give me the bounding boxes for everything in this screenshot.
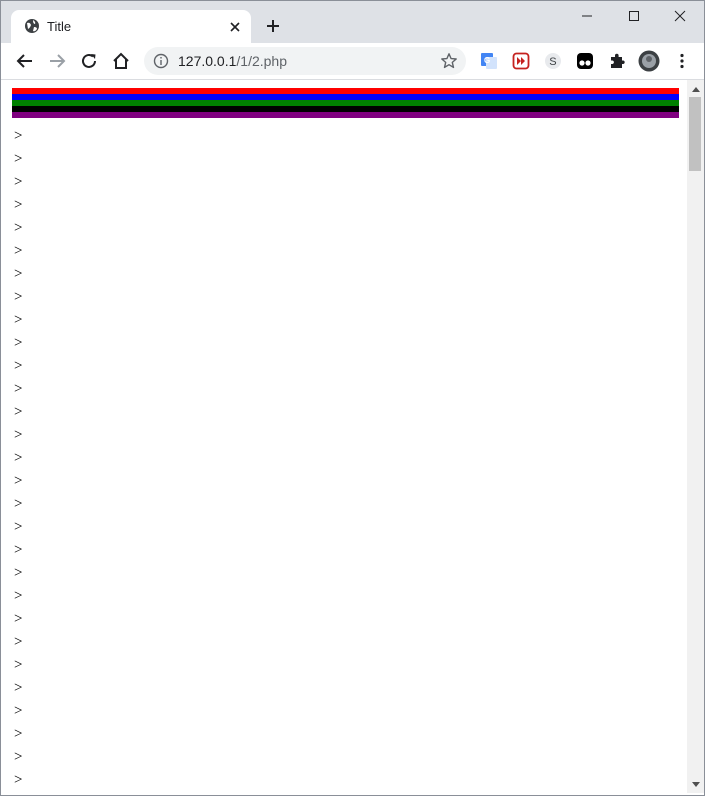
output-line: > (14, 496, 23, 512)
url-host: 127.0.0.1 (178, 53, 237, 69)
reload-icon[interactable] (76, 48, 102, 74)
url-text[interactable]: 127.0.0.1/1/2.php (178, 53, 287, 69)
output-line: > (14, 726, 23, 742)
output-line: > (14, 473, 23, 489)
output-line: > (14, 450, 23, 466)
output-line: > (14, 128, 23, 144)
globe-icon (25, 19, 39, 33)
vertical-scrollbar[interactable] (687, 80, 704, 793)
scroll-up-arrow-icon[interactable] (687, 80, 704, 97)
extensions-puzzle-icon[interactable] (606, 50, 628, 72)
output-line: > (14, 151, 23, 167)
google-translate-icon[interactable]: G (478, 50, 500, 72)
svg-text:G: G (484, 56, 490, 65)
output-line: > (14, 703, 23, 719)
output-line: > (14, 174, 23, 190)
output-line: > (14, 335, 23, 351)
output-line: > (14, 542, 23, 558)
output-line: > (14, 634, 23, 650)
color-stripes (12, 88, 679, 118)
output-line: > (14, 197, 23, 213)
output-line: > (14, 358, 23, 374)
output-line: > (14, 289, 23, 305)
tab-close-icon[interactable] (227, 19, 243, 35)
s-extension-icon[interactable]: S (542, 50, 564, 72)
output-line: > (14, 772, 23, 788)
browser-menu-icon[interactable] (671, 50, 693, 72)
maximize-icon[interactable] (611, 1, 657, 31)
output-line: > (14, 404, 23, 420)
output-line: > (14, 266, 23, 282)
tab-title: Title (47, 19, 72, 34)
browser-tab[interactable]: Title (11, 10, 251, 43)
output-line: > (14, 588, 23, 604)
browser-toolbar: 127.0.0.1/1/2.php G S (1, 43, 704, 80)
scrollbar-thumb[interactable] (689, 97, 701, 171)
color-stripe (12, 112, 679, 118)
tab-strip: Title (1, 1, 704, 43)
output-line: > (14, 611, 23, 627)
scroll-down-arrow-icon[interactable] (687, 776, 704, 793)
info-icon[interactable] (153, 53, 169, 69)
output-line: > (14, 312, 23, 328)
forward-icon[interactable] (44, 48, 70, 74)
svg-text:S: S (549, 56, 556, 68)
tampermonkey-icon[interactable] (574, 50, 596, 72)
output-line: > (14, 657, 23, 673)
output-lines: > > > > > > > > > > > > > > > > > > > > > > > > > > > > > (14, 125, 22, 792)
output-line: > (14, 381, 23, 397)
output-line: > (14, 427, 23, 443)
output-line: > (14, 220, 23, 236)
output-line: > (14, 749, 23, 765)
red-extension-icon[interactable] (510, 50, 532, 72)
close-window-icon[interactable] (657, 1, 703, 31)
profile-avatar-icon[interactable] (638, 50, 660, 72)
output-line: > (14, 519, 23, 535)
browser-window: Title 127.0.0.1/1/2.php G S > > > > > > … (0, 0, 705, 796)
home-icon[interactable] (108, 48, 134, 74)
output-line: > (14, 243, 23, 259)
output-line: > (14, 565, 23, 581)
output-line: > (14, 680, 23, 696)
new-tab-icon[interactable] (263, 16, 283, 36)
back-icon[interactable] (12, 48, 38, 74)
page-viewport: > > > > > > > > > > > > > > > > > > > > > > > > > > > > > (4, 80, 687, 793)
address-bar[interactable]: 127.0.0.1/1/2.php (144, 47, 466, 75)
url-path: /1/2.php (236, 53, 287, 69)
minimize-icon[interactable] (564, 1, 610, 31)
bookmark-star-icon[interactable] (440, 52, 458, 70)
